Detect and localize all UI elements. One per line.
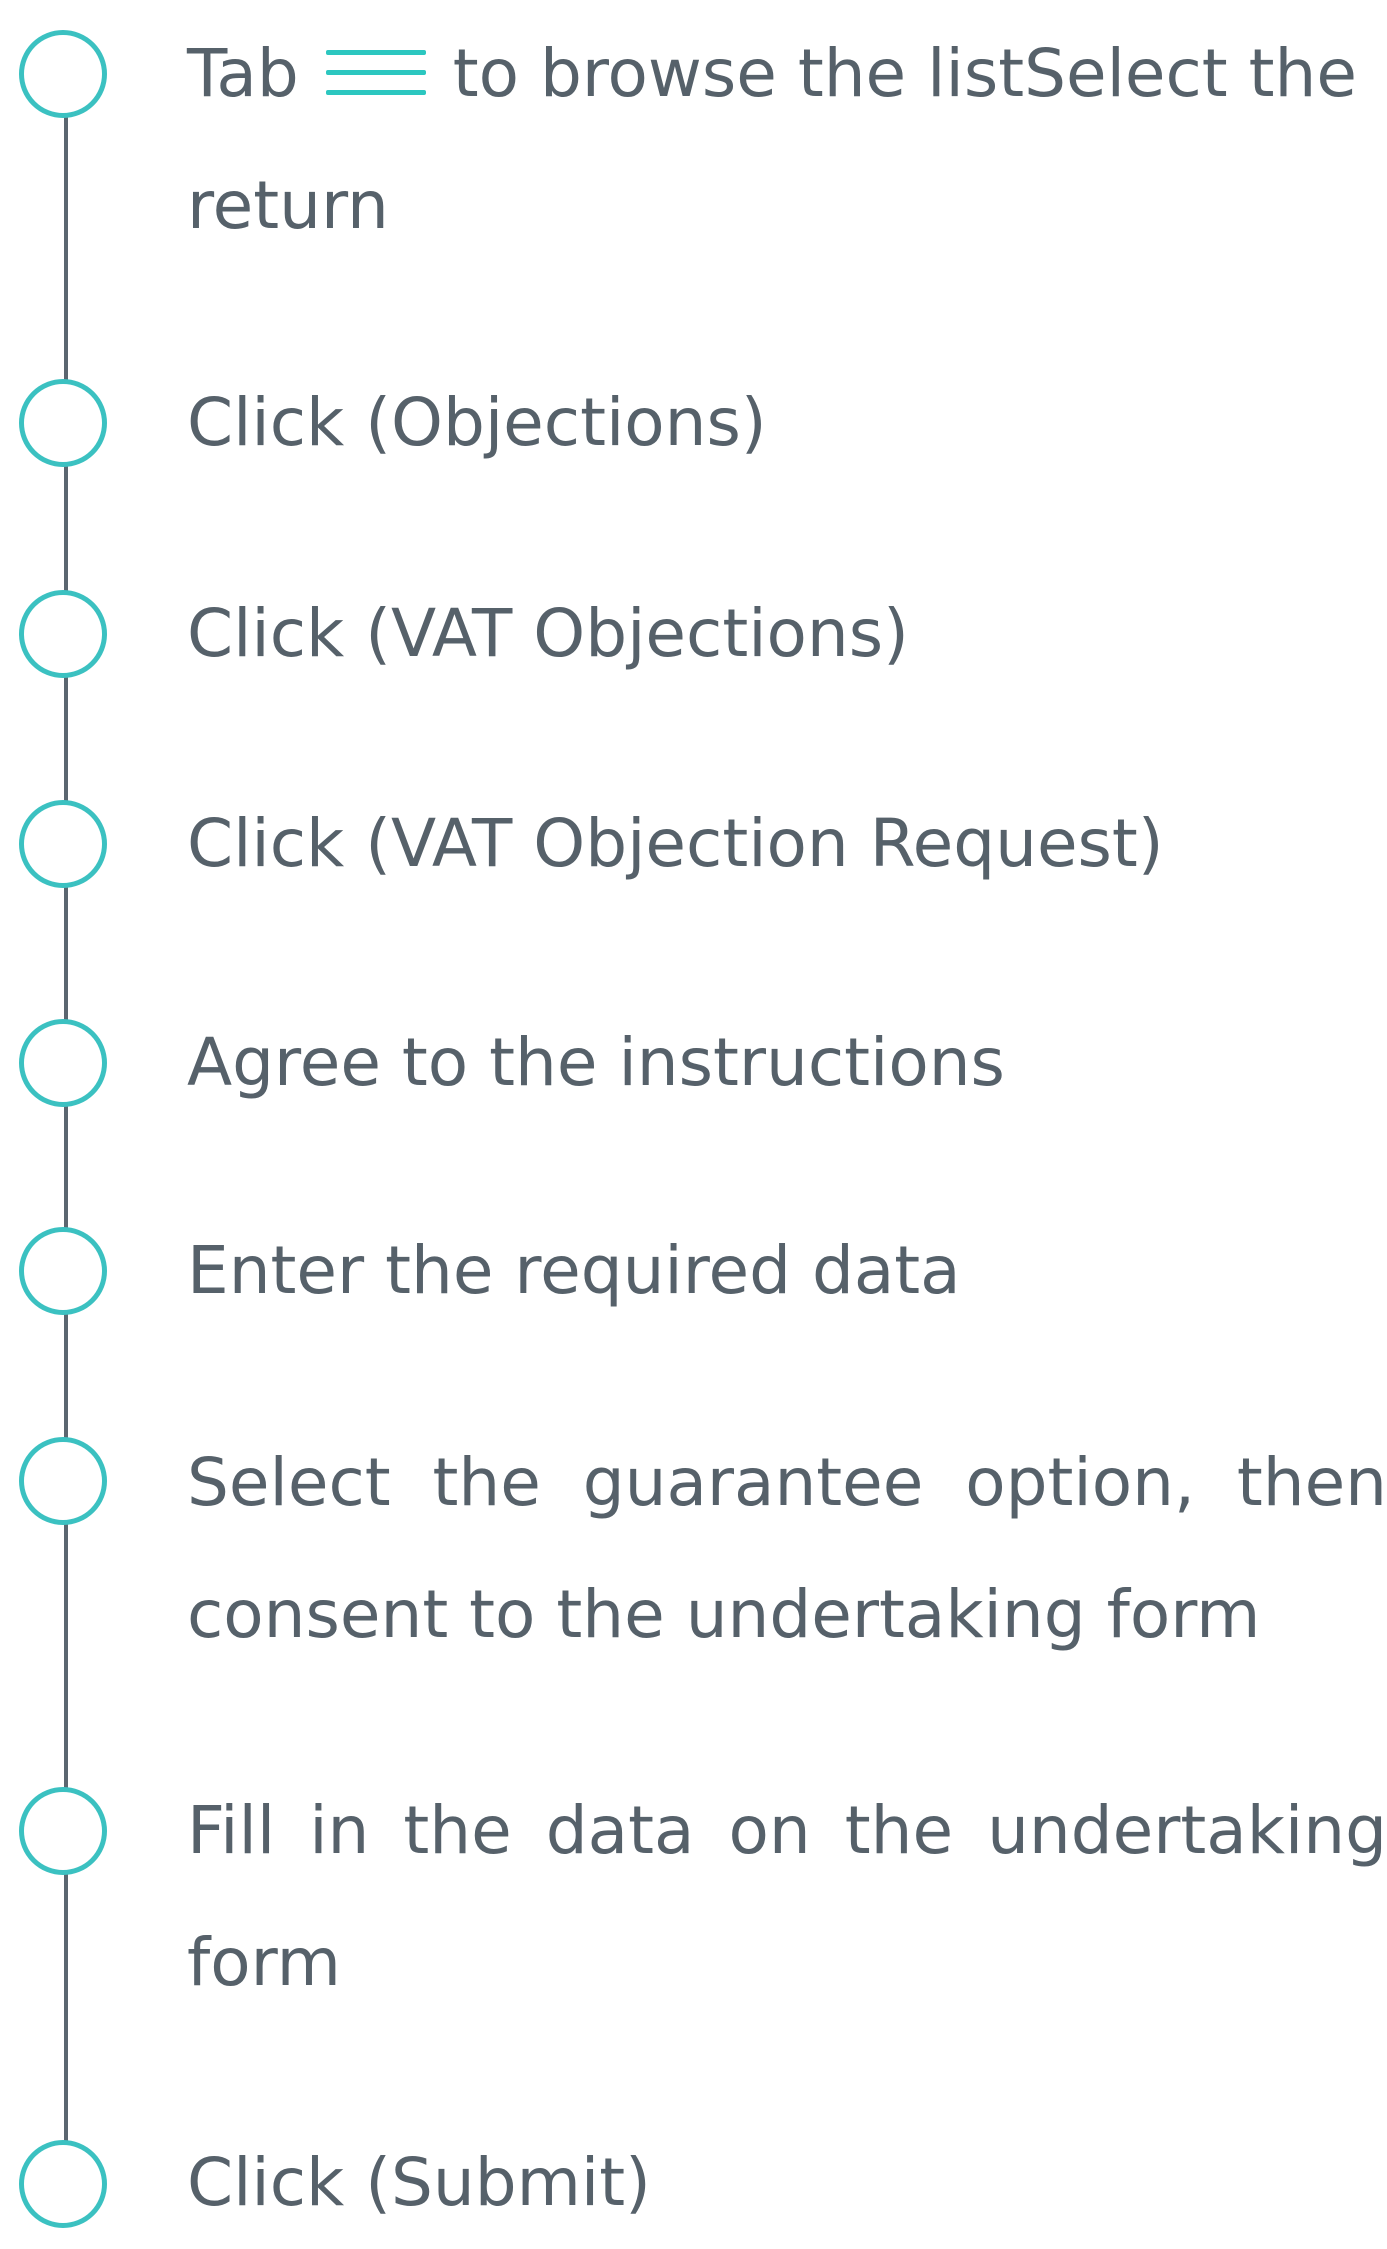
step-text: Agree to the instructions (187, 1024, 1005, 1101)
step-text: Fill in the data on the undertaking form (187, 1792, 1387, 2001)
step-text: Click (Objections) (187, 384, 767, 461)
step-text-before-icon: Tab (187, 35, 299, 112)
step-text: Enter the required data (187, 1232, 961, 1309)
step-text: Click (Submit) (187, 2144, 651, 2221)
step-text: Click (VAT Objections) (187, 595, 909, 672)
hamburger-menu-icon (325, 42, 426, 104)
step-marker-circle (19, 800, 107, 888)
step-marker-circle (19, 379, 107, 467)
step-marker-circle (19, 1019, 107, 1107)
step-text: Select the guarantee option, then consen… (187, 1444, 1387, 1653)
step-marker-circle (19, 590, 107, 678)
step-text: Tab to browse the listSelect the return (187, 8, 1387, 272)
step-marker-circle (19, 2140, 107, 2228)
step-marker-circle (19, 1227, 107, 1315)
step-marker-circle (19, 30, 107, 118)
step-marker-circle (19, 1787, 107, 1875)
step-marker-circle (19, 1437, 107, 1525)
step-text: Click (VAT Objection Request) (187, 805, 1164, 882)
steps-timeline: Tab to browse the listSelect the return … (0, 0, 1387, 2228)
